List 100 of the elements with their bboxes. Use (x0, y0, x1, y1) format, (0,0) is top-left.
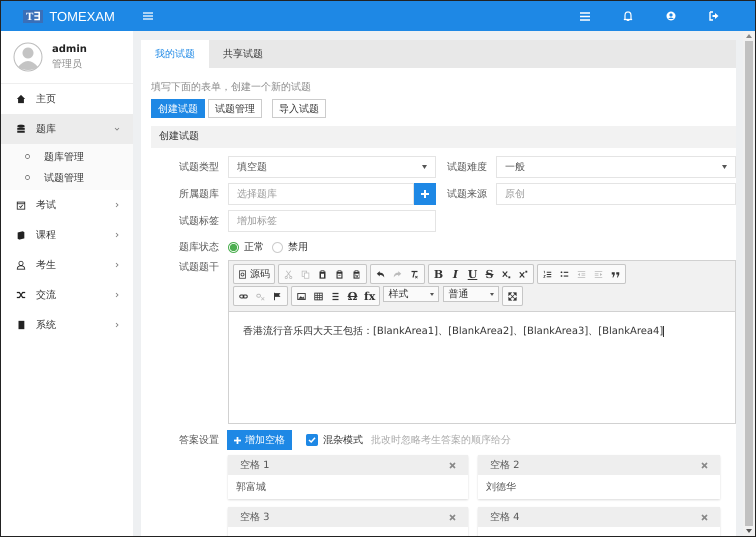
calendar-icon (16, 200, 26, 210)
nav-item[interactable]: 考生 (1, 250, 133, 280)
caret-icon (422, 165, 427, 169)
caret-icon (430, 292, 434, 296)
table-icon (314, 292, 323, 300)
blank-answer[interactable]: 刘德华 (486, 480, 516, 494)
field-label: 试题题干 (178, 260, 219, 274)
field-label: 试题来源 (446, 188, 487, 201)
field-label: 答案设置 (178, 434, 219, 447)
field-label: 试题类型 (178, 160, 219, 174)
field-label: 试题标签 (178, 214, 219, 228)
toolbar-select[interactable]: 普通 (443, 286, 500, 302)
toolbar-button[interactable]: B (430, 266, 447, 282)
document-icon (238, 270, 247, 278)
plus-icon (234, 436, 241, 444)
field-label: 所属题库 (178, 188, 219, 201)
nav-subitem[interactable]: 试题管理 (1, 167, 133, 188)
redo-icon (393, 270, 402, 278)
field-label: 题库状态 (178, 240, 219, 254)
blank-title: 空格 1 (240, 458, 270, 472)
action-button[interactable]: 导入试题 (272, 99, 326, 118)
bell-icon[interactable] (623, 11, 633, 21)
radio-option[interactable]: 禁用 (272, 240, 308, 254)
toolbar-button[interactable]: U (464, 266, 481, 282)
toolbar-button[interactable]: I (447, 266, 464, 282)
checkbox-option[interactable]: 混杂模式 (306, 433, 363, 447)
action-button[interactable]: 试题管理 (208, 99, 262, 118)
nav-item[interactable]: 题库 (1, 114, 133, 144)
scroll-up-icon[interactable] (746, 34, 752, 38)
close-icon[interactable] (701, 514, 708, 520)
nav-item[interactable]: 考试 (1, 190, 133, 220)
superscript-icon (519, 270, 528, 278)
database-icon (16, 124, 26, 134)
plus-icon (421, 190, 429, 198)
field-label: 试题难度 (446, 160, 487, 174)
caret-icon (722, 165, 727, 169)
blank-title: 空格 4 (490, 510, 520, 524)
close-icon[interactable] (449, 462, 456, 468)
clear-format-icon (410, 270, 419, 278)
logo-mark: T∃ (23, 10, 44, 22)
circle-icon (25, 175, 30, 180)
maximize-icon (508, 292, 518, 300)
source-button[interactable]: 源码 (235, 266, 273, 282)
brand-name: TOMEXAM (49, 8, 115, 24)
user-circle-icon[interactable] (666, 11, 676, 21)
numbered-list-icon (543, 270, 552, 278)
scroll-down-icon[interactable] (746, 529, 752, 533)
nav-item[interactable]: 系统 (1, 310, 133, 340)
book-icon (16, 230, 26, 240)
quote-icon (611, 270, 620, 278)
nav-item[interactable]: 课程 (1, 220, 133, 250)
radio-option[interactable]: 正常 (228, 240, 264, 254)
user-icon (16, 260, 26, 270)
undo-icon (376, 270, 385, 278)
tab[interactable]: 共享试题 (209, 40, 277, 68)
nav-item[interactable]: 交流 (1, 280, 133, 310)
select-field[interactable]: 一般 (496, 156, 736, 178)
horizontal-line-icon (331, 292, 340, 300)
input-field[interactable]: 原创 (496, 183, 736, 205)
blank-title: 空格 2 (490, 458, 520, 472)
close-icon[interactable] (449, 514, 456, 520)
nav-item[interactable]: 主页 (1, 84, 133, 114)
toolbar-button[interactable]: fx (361, 288, 378, 304)
hint-text: 批改时忽略考生答案的顺序给分 (371, 434, 511, 447)
toolbar-button[interactable]: S (481, 266, 498, 282)
nav-subitem[interactable]: 题库管理 (1, 146, 133, 167)
blank-answer[interactable]: 郭富城 (236, 480, 266, 494)
scrollbar-thumb[interactable] (745, 41, 753, 526)
shuffle-icon (16, 290, 26, 300)
action-button[interactable]: 创建试题 (151, 99, 205, 118)
toolbar-button[interactable]: Ω (344, 288, 361, 304)
input-field[interactable]: 增加标签 (228, 210, 436, 232)
intro-text: 填写下面的表单，创建一个新的试题 (151, 80, 312, 94)
image-icon (297, 292, 306, 300)
sign-out-icon[interactable] (709, 11, 719, 21)
input-field[interactable]: 选择题库 (228, 183, 414, 205)
scrollbar[interactable] (743, 31, 755, 536)
menu-icon[interactable] (143, 12, 153, 20)
toolbar-select[interactable]: 样式 (383, 286, 440, 302)
add-blank-button[interactable]: 增加空格 (227, 430, 292, 450)
outdent-icon (577, 270, 586, 278)
book-icon (16, 320, 26, 330)
add-button[interactable] (414, 183, 436, 205)
tab[interactable]: 我的试题 (141, 40, 209, 68)
bulleted-list-icon (560, 270, 569, 278)
user-role: 管理员 (52, 58, 83, 70)
user-name: admin (52, 44, 87, 54)
select-field[interactable]: 填空题 (228, 156, 436, 178)
clipboard-icon (335, 270, 344, 278)
avatar-icon (13, 42, 43, 72)
flag-icon (273, 292, 282, 300)
unlink-icon (256, 292, 265, 300)
subscript-icon (502, 270, 511, 278)
indent-icon (594, 270, 603, 278)
blank-title: 空格 3 (240, 510, 270, 524)
list-icon[interactable] (580, 12, 590, 20)
scissors-icon (284, 270, 293, 278)
link-icon (239, 292, 248, 300)
copy-icon (301, 270, 310, 278)
close-icon[interactable] (701, 462, 708, 468)
